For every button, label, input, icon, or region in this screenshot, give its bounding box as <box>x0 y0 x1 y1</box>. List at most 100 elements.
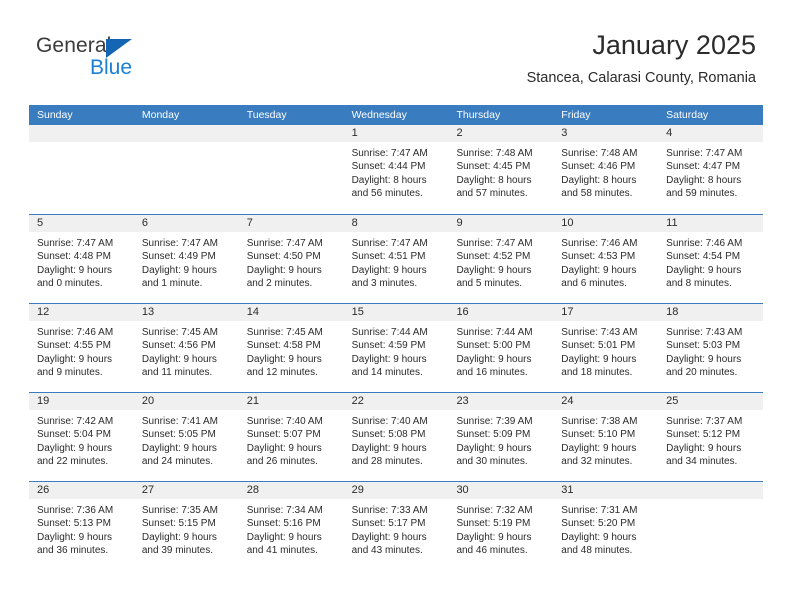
daylight-text-line1: Daylight: 8 hours <box>351 174 427 186</box>
sunrise-text: Sunrise: 7:47 AM <box>666 148 743 159</box>
sunrise-text: Sunrise: 7:40 AM <box>351 416 428 427</box>
calendar-day-cell[interactable]: 27 Sunrise: 7:35 AM Sunset: 5:15 PM Dayligh… <box>133 482 239 570</box>
calendar-day-cell[interactable]: 22 Sunrise: 7:40 AM Sunset: 5:08 PM Dayligh… <box>343 393 449 481</box>
calendar-day-cell[interactable]: 12 Sunrise: 7:46 AM Sunset: 4:55 PM Dayligh… <box>29 304 134 392</box>
calendar-day-cell[interactable]: 26 Sunrise: 7:36 AM Sunset: 5:13 PM Dayligh… <box>29 482 134 570</box>
calendar-day-cell[interactable]: 5 Sunrise: 7:47 AM Sunset: 4:48 PM Daylight… <box>29 215 134 303</box>
title-block: January 2025 Stancea, Calarasi County, R… <box>527 28 756 88</box>
sunset-text: Sunset: 5:01 PM <box>561 340 636 352</box>
calendar-day-cell[interactable]: 13 Sunrise: 7:45 AM Sunset: 4:56 PM Dayligh… <box>133 304 239 392</box>
sunset-text: Sunset: 4:50 PM <box>246 251 321 263</box>
day-info: Sunrise: 7:38 AM Sunset: 5:10 PM Daylight:… <box>553 410 658 469</box>
calendar-week-row: 19 Sunrise: 7:42 AM Sunset: 5:04 PM Dayligh… <box>29 392 764 481</box>
calendar-day-cell[interactable]: 19 Sunrise: 7:42 AM Sunset: 5:04 PM Dayligh… <box>29 393 134 481</box>
calendar-day-cell[interactable]: 29 Sunrise: 7:33 AM Sunset: 5:17 PM Dayligh… <box>343 482 449 570</box>
calendar-day-cell[interactable]: 8 Sunrise: 7:47 AM Sunset: 4:51 PM Daylight… <box>343 215 449 303</box>
day-info: Sunrise: 7:36 AM Sunset: 5:13 PM Daylight:… <box>29 499 134 558</box>
daylight-text-line1: Daylight: 9 hours <box>37 531 113 543</box>
calendar-day-cell[interactable]: 17 Sunrise: 7:43 AM Sunset: 5:01 PM Dayligh… <box>553 304 659 392</box>
day-number: 6 <box>133 215 239 232</box>
calendar-day-cell[interactable]: 11 Sunrise: 7:46 AM Sunset: 4:54 PM Dayligh… <box>658 215 764 303</box>
calendar-day-cell[interactable]: 10 Sunrise: 7:46 AM Sunset: 4:53 PM Dayligh… <box>553 215 659 303</box>
calendar-day-cell[interactable]: 28 Sunrise: 7:34 AM Sunset: 5:16 PM Dayligh… <box>238 482 344 570</box>
day-number: 19 <box>29 393 134 410</box>
daylight-text-line1: Daylight: 9 hours <box>351 353 427 365</box>
day-info: Sunrise: 7:46 AM Sunset: 4:53 PM Daylight:… <box>553 232 658 291</box>
daylight-text-line1: Daylight: 9 hours <box>141 531 217 543</box>
day-number: 15 <box>343 304 449 321</box>
calendar-day-cell[interactable]: 14 Sunrise: 7:45 AM Sunset: 4:58 PM Dayligh… <box>238 304 344 392</box>
daylight-text-line1: Daylight: 9 hours <box>141 353 217 365</box>
weekday-header-row: Sunday Monday Tuesday Wednesday Thursday Frid… <box>29 105 763 125</box>
daylight-text-line1: Daylight: 9 hours <box>456 442 532 454</box>
day-number: 17 <box>553 304 659 321</box>
day-number: 22 <box>343 393 449 410</box>
daylight-text-line1: Daylight: 9 hours <box>561 353 637 365</box>
sunset-text: Sunset: 5:04 PM <box>37 429 111 441</box>
daylight-text-line2: and 16 minutes. <box>456 367 528 379</box>
day-number: 9 <box>448 215 554 232</box>
sunset-text: Sunset: 5:07 PM <box>246 429 321 441</box>
calendar-day-cell[interactable]: 7 Sunrise: 7:47 AM Sunset: 4:50 PM Daylight… <box>238 215 344 303</box>
logo-text-blue: Blue <box>90 56 133 79</box>
daylight-text-line2: and 12 minutes. <box>246 367 318 379</box>
weekday-header-saturday: Saturday <box>666 109 709 121</box>
daylight-text-line2: and 14 minutes. <box>351 367 423 379</box>
sunset-text: Sunset: 5:12 PM <box>666 429 741 441</box>
calendar-day-cell[interactable]: 20 Sunrise: 7:41 AM Sunset: 5:05 PM Dayligh… <box>133 393 239 481</box>
day-number <box>133 125 239 142</box>
day-number: 29 <box>343 482 449 499</box>
calendar-day-cell[interactable]: 9 Sunrise: 7:47 AM Sunset: 4:52 PM Daylight… <box>448 215 554 303</box>
calendar-day-cell[interactable]: 24 Sunrise: 7:38 AM Sunset: 5:10 PM Dayligh… <box>553 393 659 481</box>
calendar-day-cell[interactable]: 6 Sunrise: 7:47 AM Sunset: 4:49 PM Daylight… <box>133 215 239 303</box>
sunset-text: Sunset: 5:13 PM <box>37 518 111 530</box>
calendar-day-cell[interactable]: 21 Sunrise: 7:40 AM Sunset: 5:07 PM Dayligh… <box>238 393 344 481</box>
sunset-text: Sunset: 4:56 PM <box>141 340 216 352</box>
daylight-text-line2: and 5 minutes. <box>456 278 523 290</box>
day-number: 2 <box>448 125 554 142</box>
sunset-text: Sunset: 4:45 PM <box>456 161 531 173</box>
daylight-text-line2: and 58 minutes. <box>561 188 633 200</box>
calendar-day-cell[interactable]: 18 Sunrise: 7:43 AM Sunset: 5:03 PM Dayligh… <box>658 304 764 392</box>
sunset-text: Sunset: 5:20 PM <box>561 518 636 530</box>
calendar-day-cell[interactable]: 2 Sunrise: 7:48 AM Sunset: 4:45 PM Daylight… <box>448 125 554 214</box>
day-info: Sunrise: 7:44 AM Sunset: 5:00 PM Daylight:… <box>448 321 553 380</box>
calendar-day-cell[interactable]: 4 Sunrise: 7:47 AM Sunset: 4:47 PM Daylight… <box>658 125 764 214</box>
calendar-day-cell-empty <box>658 482 764 570</box>
day-info: Sunrise: 7:47 AM Sunset: 4:50 PM Daylight:… <box>239 232 344 291</box>
daylight-text-line1: Daylight: 9 hours <box>666 442 742 454</box>
calendar-day-cell[interactable]: 31 Sunrise: 7:31 AM Sunset: 5:20 PM Dayligh… <box>553 482 659 570</box>
day-number: 14 <box>238 304 344 321</box>
daylight-text-line1: Daylight: 9 hours <box>37 442 113 454</box>
day-number: 27 <box>133 482 239 499</box>
daylight-text-line1: Daylight: 9 hours <box>561 264 637 276</box>
daylight-text-line2: and 46 minutes. <box>456 545 528 557</box>
calendar-day-cell[interactable]: 30 Sunrise: 7:32 AM Sunset: 5:19 PM Dayligh… <box>448 482 554 570</box>
sunset-text: Sunset: 4:58 PM <box>246 340 321 352</box>
daylight-text-line2: and 43 minutes. <box>351 545 423 557</box>
calendar-day-cell[interactable]: 3 Sunrise: 7:48 AM Sunset: 4:46 PM Daylight… <box>553 125 659 214</box>
daylight-text-line2: and 6 minutes. <box>561 278 627 290</box>
daylight-text-line1: Daylight: 9 hours <box>141 442 217 454</box>
daylight-text-line1: Daylight: 8 hours <box>561 174 637 186</box>
calendar-day-cell[interactable]: 15 Sunrise: 7:44 AM Sunset: 4:59 PM Dayligh… <box>343 304 449 392</box>
daylight-text-line2: and 9 minutes. <box>37 367 103 379</box>
daylight-text-line2: and 41 minutes. <box>246 545 318 557</box>
day-info: Sunrise: 7:46 AM Sunset: 4:54 PM Daylight:… <box>658 232 763 291</box>
day-number: 23 <box>448 393 554 410</box>
day-number: 18 <box>658 304 764 321</box>
daylight-text-line1: Daylight: 9 hours <box>561 442 637 454</box>
daylight-text-line2: and 30 minutes. <box>456 456 528 468</box>
sunrise-text: Sunrise: 7:42 AM <box>37 416 114 427</box>
calendar-day-cell[interactable]: 16 Sunrise: 7:44 AM Sunset: 5:00 PM Dayligh… <box>448 304 554 392</box>
calendar-day-cell[interactable]: 25 Sunrise: 7:37 AM Sunset: 5:12 PM Dayligh… <box>658 393 764 481</box>
sunrise-text: Sunrise: 7:39 AM <box>456 416 533 427</box>
sunset-text: Sunset: 4:48 PM <box>37 251 111 263</box>
calendar-day-cell[interactable]: 1 Sunrise: 7:47 AM Sunset: 4:44 PM Daylight… <box>343 125 449 214</box>
day-number: 5 <box>29 215 134 232</box>
sunrise-text: Sunrise: 7:45 AM <box>246 327 323 338</box>
sunrise-text: Sunrise: 7:46 AM <box>561 238 638 249</box>
day-info: Sunrise: 7:45 AM Sunset: 4:58 PM Daylight:… <box>239 321 344 380</box>
calendar-day-cell[interactable]: 23 Sunrise: 7:39 AM Sunset: 5:09 PM Dayligh… <box>448 393 554 481</box>
sunrise-text: Sunrise: 7:48 AM <box>561 148 638 159</box>
